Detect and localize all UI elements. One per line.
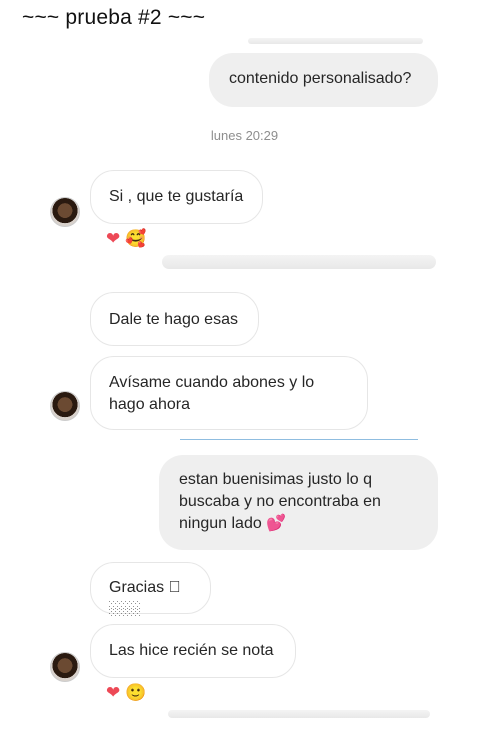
message-text: Si , que te gustaría <box>109 188 244 205</box>
emoji-reaction-icon: 🙂 <box>124 683 147 702</box>
reactions-row[interactable]: ❤ 🥰 <box>106 230 146 248</box>
message-text: Avísame cuando abones y lo hago ahora <box>109 374 315 413</box>
avatar[interactable] <box>50 652 80 682</box>
timestamp: lunes 20:29 <box>210 128 279 143</box>
message-text: estan buenisimas justo lo q buscaba y no… <box>179 471 381 532</box>
avatar[interactable] <box>50 391 80 421</box>
reactions-row[interactable]: ❤ 🙂 <box>106 684 146 702</box>
avatar[interactable] <box>50 197 80 227</box>
divider-line <box>180 439 418 440</box>
message-bubble-incoming[interactable]: Dale te hago esas <box>90 292 259 346</box>
message-bubble-incoming[interactable]: Las hice recién se nota <box>90 624 296 678</box>
message-bubble-incoming[interactable]: Avísame cuando abones y lo hago ahora <box>90 356 368 430</box>
message-bubble-outgoing[interactable]: estan buenisimas justo lo q buscaba y no… <box>159 455 438 550</box>
faded-message-bottom <box>168 710 430 718</box>
message-bubble-incoming[interactable]: Si , que te gustaría <box>90 170 263 224</box>
message-text: contenido personalisado? <box>229 70 412 87</box>
heart-icon: ❤ <box>106 229 121 248</box>
message-bubble-outgoing[interactable]: contenido personalisado? <box>209 53 438 107</box>
heart-icon: ❤ <box>106 683 121 702</box>
message-text: Dale te hago esas <box>109 311 238 328</box>
message-bubble-incoming[interactable]: Gracias 🏼🏼🏼 <box>90 562 211 618</box>
faded-message <box>162 255 436 269</box>
faded-message-top <box>248 38 423 44</box>
emoji-reaction-icon: 🥰 <box>124 229 147 248</box>
message-text: Las hice recién se nota <box>109 642 274 659</box>
thread-title: ~~~ prueba #2 ~~~ <box>22 6 206 29</box>
message-text: Gracias 🏼🏼🏼 <box>109 579 181 618</box>
